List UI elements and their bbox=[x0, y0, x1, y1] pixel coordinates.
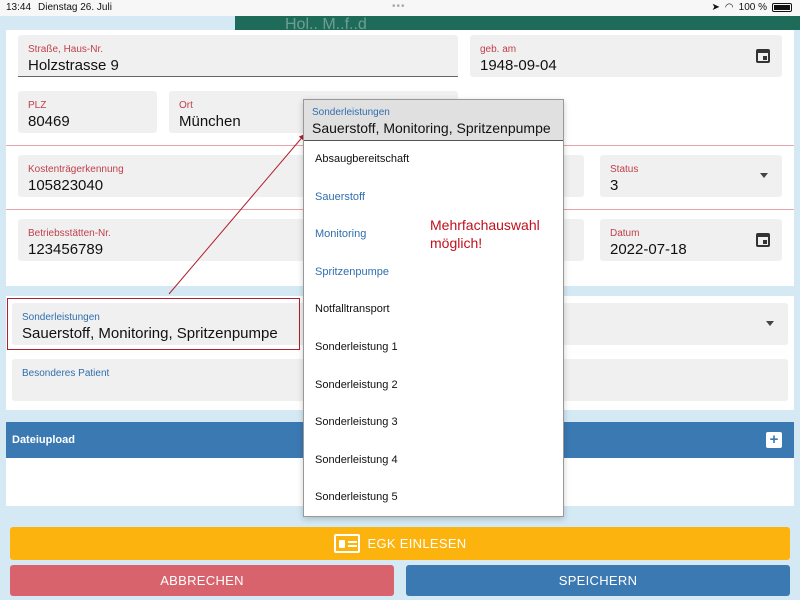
street-label: Straße, Haus-Nr. bbox=[28, 44, 104, 55]
wifi-icon: ◠ bbox=[724, 2, 734, 13]
status-right: ➤ ◠ 100 % bbox=[712, 2, 792, 13]
calendar-icon[interactable] bbox=[756, 233, 770, 252]
annotation-line-1: Mehrfachauswahl bbox=[430, 217, 540, 233]
calendar-icon[interactable] bbox=[756, 49, 770, 68]
plus-icon[interactable]: + bbox=[766, 432, 782, 448]
plz-field[interactable]: PLZ 80469 bbox=[18, 91, 157, 133]
street-field[interactable]: Straße, Haus-Nr. Holzstrasse 9 bbox=[18, 35, 458, 77]
id-card-icon bbox=[333, 534, 360, 554]
save-button-label: SPEICHERN bbox=[558, 573, 638, 588]
multitask-dots-icon: ••• bbox=[392, 1, 406, 12]
app-header: Hol.. M..f..d bbox=[235, 16, 800, 30]
dropdown-option[interactable]: Notfalltransport bbox=[304, 291, 563, 329]
kostentraeger-label: Kostenträgerkennung bbox=[28, 164, 124, 175]
annotation-note: Mehrfachauswahl möglich! bbox=[430, 216, 540, 252]
dropdown-options: Absaugbereitschaft Sauerstoff Monitoring Sp… bbox=[304, 141, 563, 517]
egk-button-label: EGK EINLESEN bbox=[367, 536, 467, 551]
dropdown-option[interactable]: Sonderleistung 5 bbox=[304, 479, 563, 517]
save-button[interactable]: SPEICHERN bbox=[406, 565, 790, 596]
plz-label: PLZ bbox=[28, 100, 47, 111]
annotation-line-2: möglich! bbox=[430, 235, 483, 251]
chevron-down-icon[interactable] bbox=[766, 321, 774, 326]
location-icon: ➤ bbox=[711, 2, 720, 13]
cancel-button[interactable]: ABBRECHEN bbox=[10, 565, 394, 596]
battery-label: 100 % bbox=[738, 2, 767, 13]
header-title: Hol.. M..f..d bbox=[285, 16, 367, 30]
datum-value: 2022-07-18 bbox=[610, 241, 687, 258]
betriebsstaette-value: 123456789 bbox=[28, 241, 104, 258]
betriebsstaette-label: Betriebsstätten-Nr. bbox=[28, 228, 111, 239]
dropdown-option[interactable]: Absaugbereitschaft bbox=[304, 141, 563, 179]
ort-value: München bbox=[179, 113, 241, 130]
birthdate-field[interactable]: geb. am 1948-09-04 bbox=[470, 35, 782, 77]
status-bar: 13:44 Dienstag 26. Juli ••• ➤ ◠ 100 % bbox=[0, 0, 800, 16]
egk-read-button[interactable]: EGK EINLESEN bbox=[10, 527, 790, 560]
status-label: Status bbox=[610, 164, 639, 175]
dropdown-option[interactable]: Sonderleistung 4 bbox=[304, 442, 563, 480]
highlight-box bbox=[7, 298, 300, 350]
datum-field[interactable]: Datum 2022-07-18 bbox=[600, 219, 782, 261]
dropdown-option[interactable]: Sonderleistung 1 bbox=[304, 329, 563, 367]
status-date: Dienstag 26. Juli bbox=[38, 2, 112, 13]
battery-icon bbox=[772, 3, 792, 12]
status-value: 3 bbox=[610, 177, 619, 194]
dropdown-label: Sonderleistungen bbox=[312, 107, 390, 118]
birthdate-value: 1948-09-04 bbox=[480, 57, 557, 74]
besonderes-label: Besonderes Patient bbox=[22, 368, 110, 379]
cancel-button-label: ABBRECHEN bbox=[160, 573, 244, 588]
sonderleistungen-dropdown[interactable]: Sonderleistungen Sauerstoff, Monitoring,… bbox=[303, 99, 564, 517]
birthdate-label: geb. am bbox=[480, 44, 517, 55]
dropdown-option[interactable]: Spritzenpumpe bbox=[304, 254, 563, 292]
kostentraeger-value: 105823040 bbox=[28, 177, 104, 194]
upload-title: Dateiupload bbox=[12, 434, 75, 446]
dropdown-option[interactable]: Sonderleistung 3 bbox=[304, 404, 563, 442]
chevron-down-icon[interactable] bbox=[760, 173, 768, 178]
street-value: Holzstrasse 9 bbox=[28, 57, 119, 74]
status-time: 13:44 bbox=[6, 2, 32, 13]
datum-label: Datum bbox=[610, 228, 640, 239]
dropdown-value: Sauerstoff, Monitoring, Spritzenpumpe bbox=[312, 120, 551, 136]
status-select[interactable]: Status 3 bbox=[600, 155, 782, 197]
dropdown-header[interactable]: Sonderleistungen Sauerstoff, Monitoring,… bbox=[304, 100, 563, 141]
dropdown-option[interactable]: Sonderleistung 2 bbox=[304, 367, 563, 405]
ort-label: Ort bbox=[179, 100, 193, 111]
dropdown-option[interactable]: Sauerstoff bbox=[304, 179, 563, 217]
plz-value: 80469 bbox=[28, 113, 70, 130]
